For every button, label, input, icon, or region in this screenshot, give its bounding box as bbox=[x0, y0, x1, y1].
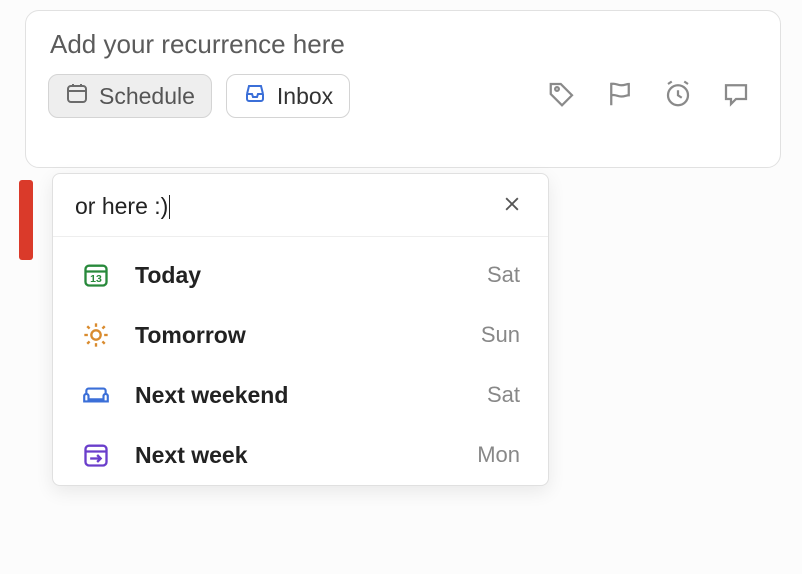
flag-button[interactable] bbox=[598, 74, 642, 118]
flag-icon bbox=[605, 79, 635, 114]
dropdown-search-text: or here :) bbox=[75, 193, 168, 219]
option-day: Sat bbox=[487, 382, 520, 408]
option-next-weekend[interactable]: Next weekend Sat bbox=[53, 365, 548, 425]
dropdown-search-display[interactable]: or here :) bbox=[75, 193, 498, 220]
task-title-input[interactable]: Add your recurrence here bbox=[50, 29, 756, 60]
option-label: Next weekend bbox=[135, 382, 463, 409]
reminder-button[interactable] bbox=[656, 74, 700, 118]
inbox-chip[interactable]: Inbox bbox=[226, 74, 350, 118]
alarm-clock-icon bbox=[663, 79, 693, 114]
svg-text:13: 13 bbox=[90, 273, 102, 285]
option-label: Next week bbox=[135, 442, 453, 469]
inbox-icon bbox=[243, 81, 267, 111]
option-day: Sun bbox=[481, 322, 520, 348]
sun-icon bbox=[81, 320, 111, 350]
option-label: Today bbox=[135, 262, 463, 289]
option-day: Mon bbox=[477, 442, 520, 468]
task-action-row: Schedule Inbox bbox=[48, 74, 758, 118]
priority-indicator bbox=[19, 180, 33, 260]
inbox-chip-label: Inbox bbox=[277, 83, 333, 110]
comment-icon bbox=[721, 79, 751, 114]
calendar-icon bbox=[65, 81, 89, 111]
option-day: Sat bbox=[487, 262, 520, 288]
text-caret bbox=[169, 195, 170, 219]
option-next-week[interactable]: Next week Mon bbox=[53, 425, 548, 485]
option-tomorrow[interactable]: Tomorrow Sun bbox=[53, 305, 548, 365]
schedule-chip-label: Schedule bbox=[99, 83, 195, 110]
calendar-13-icon: 13 bbox=[81, 260, 111, 290]
option-label: Tomorrow bbox=[135, 322, 457, 349]
arrow-right-box-icon bbox=[81, 440, 111, 470]
task-card: Add your recurrence here Schedule bbox=[25, 10, 781, 168]
schedule-chip[interactable]: Schedule bbox=[48, 74, 212, 118]
close-icon bbox=[502, 194, 522, 219]
comment-button[interactable] bbox=[714, 74, 758, 118]
couch-icon bbox=[81, 380, 111, 410]
dropdown-list: 13 Today Sat Tomorrow bbox=[53, 237, 548, 485]
clear-button[interactable] bbox=[498, 192, 526, 220]
schedule-dropdown: or here :) 13 Today Sat bbox=[52, 173, 549, 486]
tag-button[interactable] bbox=[540, 74, 584, 118]
option-today[interactable]: 13 Today Sat bbox=[53, 245, 548, 305]
tag-icon bbox=[547, 79, 577, 114]
dropdown-header: or here :) bbox=[53, 174, 548, 237]
